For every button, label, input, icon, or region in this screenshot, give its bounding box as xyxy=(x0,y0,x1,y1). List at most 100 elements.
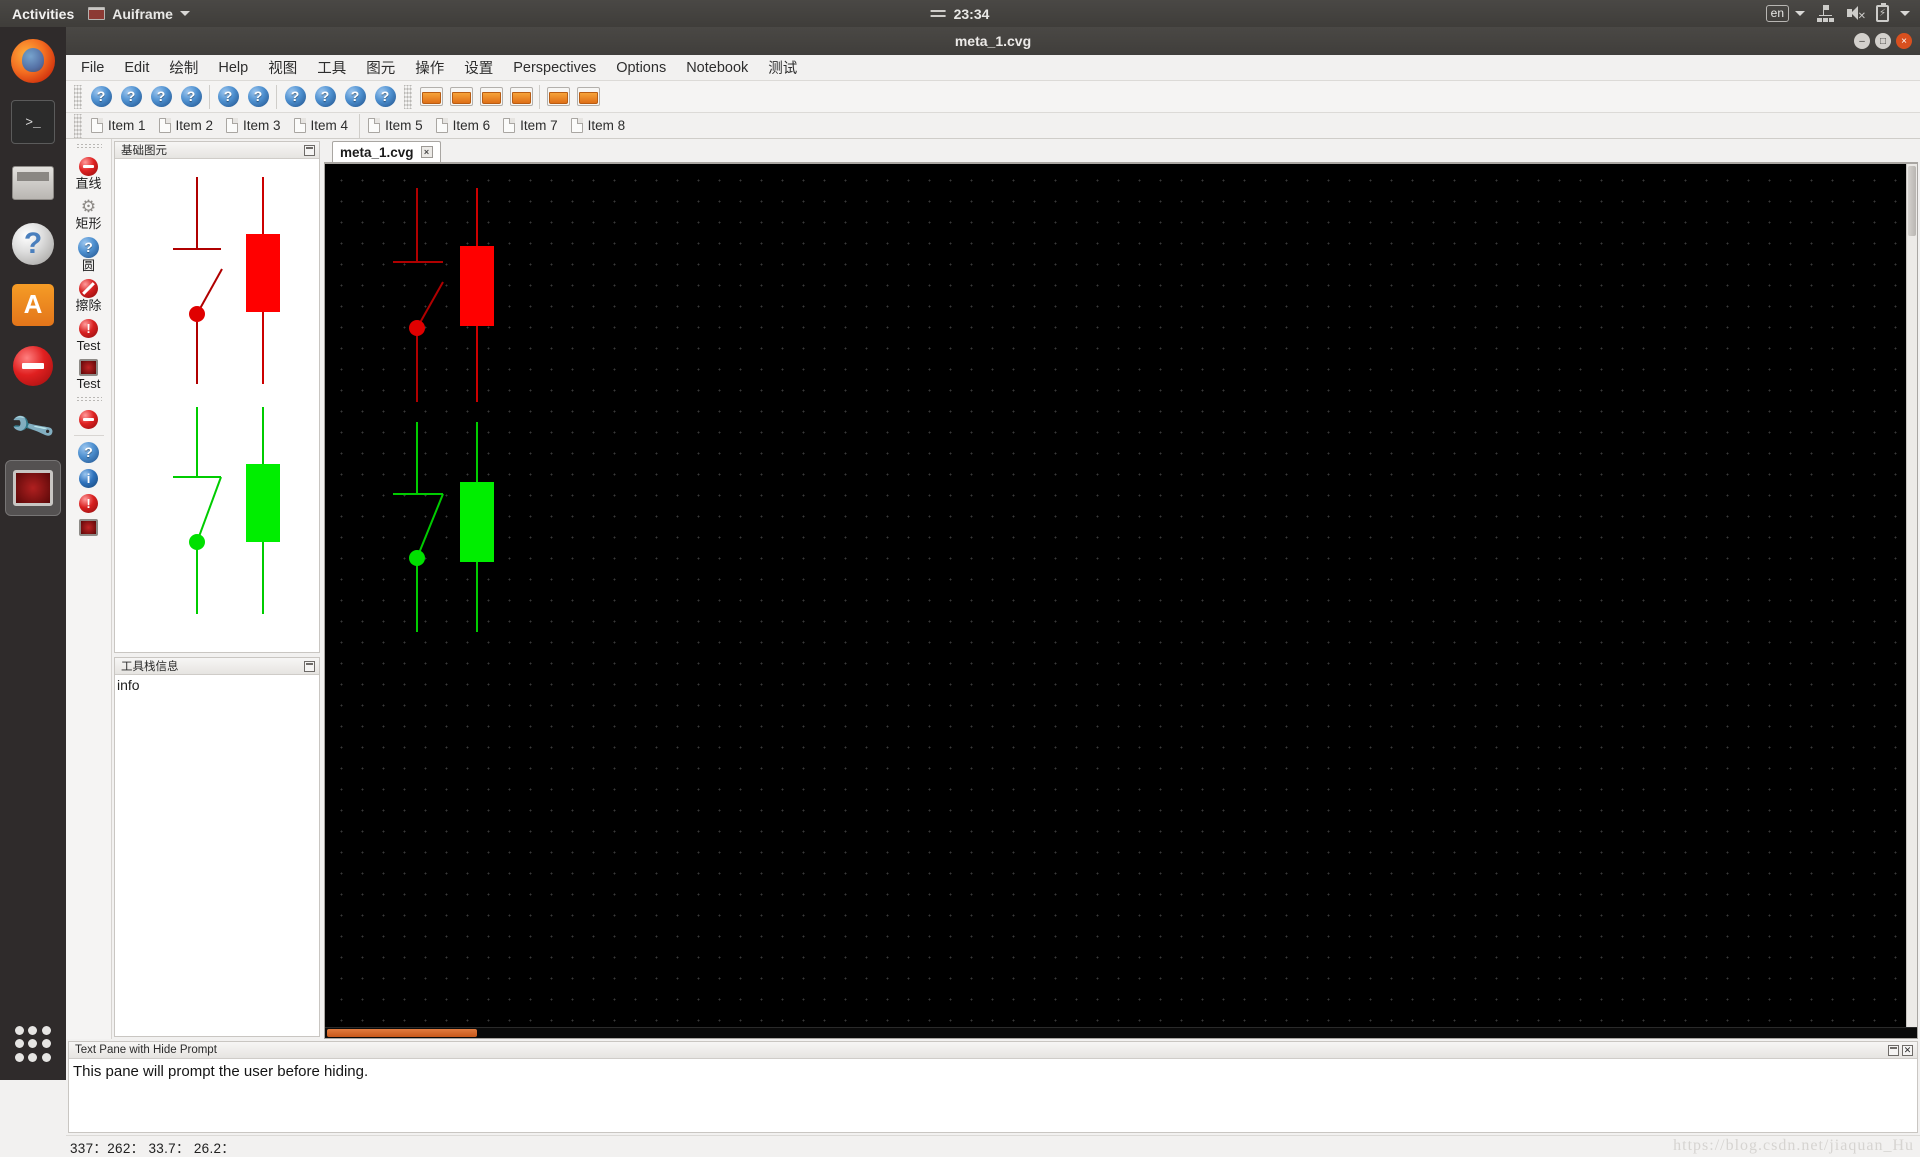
warning-icon: ! xyxy=(79,494,98,513)
side-toolbar-grip-2[interactable] xyxy=(75,396,102,403)
scrollbar-thumb[interactable] xyxy=(1908,166,1916,236)
activities-button[interactable]: Activities xyxy=(12,6,74,22)
launcher-item-software[interactable]: A xyxy=(6,278,60,332)
tool-circle[interactable]: ? 圆 xyxy=(68,234,110,276)
minimize-button[interactable]: – xyxy=(1854,33,1870,49)
folder-button[interactable] xyxy=(416,83,446,111)
close-pane-icon[interactable]: ✕ xyxy=(1902,1044,1913,1056)
canvas-horizontal-scrollbar[interactable] xyxy=(325,1027,1917,1038)
item-button-2[interactable]: Item 2 xyxy=(154,116,222,135)
volume-muted-icon[interactable]: ✕ xyxy=(1846,5,1866,22)
folder-button[interactable] xyxy=(573,83,603,111)
menu-edit[interactable]: Edit xyxy=(115,57,158,79)
tool-info-2[interactable]: i xyxy=(68,466,110,491)
tool-help-2[interactable]: ? xyxy=(68,439,110,466)
menu-file[interactable]: File xyxy=(72,57,113,79)
menu-tools[interactable]: 工具 xyxy=(308,54,355,81)
minimize-pane-icon[interactable] xyxy=(1888,1044,1899,1056)
help-button[interactable]: ? xyxy=(116,83,146,111)
drawing-canvas[interactable] xyxy=(324,163,1918,1039)
menu-perspectives[interactable]: Perspectives xyxy=(504,57,605,79)
launcher-item-firefox[interactable] xyxy=(6,34,60,88)
menu-primitives[interactable]: 图元 xyxy=(357,54,404,81)
side-toolbar-grip[interactable] xyxy=(75,143,102,150)
document-icon xyxy=(226,118,239,133)
help-button[interactable]: ? xyxy=(213,83,243,111)
minimize-panel-icon[interactable] xyxy=(304,660,315,672)
text-pane-body[interactable]: This pane will prompt the user before hi… xyxy=(69,1059,1917,1132)
close-button[interactable]: × xyxy=(1896,33,1912,49)
language-indicator[interactable]: en xyxy=(1765,5,1805,22)
tool-monitor-2[interactable] xyxy=(68,516,110,539)
help-button[interactable]: ? xyxy=(280,83,310,111)
folder-button[interactable] xyxy=(543,83,573,111)
tab-meta-1-cvg[interactable]: meta_1.cvg × xyxy=(332,141,441,162)
document-icon xyxy=(158,118,171,133)
tool-line[interactable]: 直线 xyxy=(68,154,110,194)
menu-operations[interactable]: 操作 xyxy=(406,54,453,81)
help-button[interactable]: ? xyxy=(86,83,116,111)
document-icon xyxy=(503,118,516,133)
scrollbar-thumb[interactable] xyxy=(327,1029,477,1037)
help-button[interactable]: ? xyxy=(146,83,176,111)
help-button[interactable]: ? xyxy=(370,83,400,111)
item-button-7[interactable]: Item 7 xyxy=(498,116,566,135)
tool-stack-panel-body[interactable]: info xyxy=(115,675,319,1036)
system-menu-chevron-icon[interactable] xyxy=(1900,11,1910,16)
menu-test[interactable]: 测试 xyxy=(759,54,806,81)
menu-settings[interactable]: 设置 xyxy=(455,54,502,81)
menu-view[interactable]: 视图 xyxy=(259,54,306,81)
minimize-panel-icon[interactable] xyxy=(304,144,315,156)
item-button-6[interactable]: Item 6 xyxy=(431,116,499,135)
menu-notebook[interactable]: Notebook xyxy=(677,57,757,79)
mute-cross: ✕ xyxy=(1857,11,1866,22)
canvas-shapes[interactable] xyxy=(325,164,1885,944)
help-button[interactable]: ? xyxy=(310,83,340,111)
tool-rectangle[interactable]: ⚙ 矩形 xyxy=(68,194,110,234)
launcher-item-help[interactable]: ? xyxy=(6,217,60,271)
launcher-item-terminal[interactable]: >_ xyxy=(6,95,60,149)
item-button-4[interactable]: Item 4 xyxy=(289,116,357,135)
battery-icon[interactable]: ⚡ xyxy=(1876,3,1889,22)
clock-button[interactable]: 23:34 xyxy=(930,6,989,22)
item-button-5[interactable]: Item 5 xyxy=(363,116,431,135)
app-menu-button[interactable]: Auiframe xyxy=(88,6,190,22)
tool-test-monitor[interactable]: Test xyxy=(68,356,110,394)
tool-stack-panel: 工具栈信息 info xyxy=(114,657,320,1037)
tool-stop-2[interactable] xyxy=(68,407,110,432)
menu-help[interactable]: Help xyxy=(209,57,257,79)
network-legs xyxy=(1817,15,1834,22)
network-icon[interactable] xyxy=(1816,5,1835,22)
launcher-item-files[interactable] xyxy=(6,156,60,210)
launcher-item-auiframe[interactable] xyxy=(5,460,61,516)
help-icon: ? xyxy=(247,86,269,107)
item-button-3[interactable]: Item 3 xyxy=(221,116,289,135)
primitives-panel-body[interactable] xyxy=(115,159,319,652)
menu-draw[interactable]: 绘制 xyxy=(160,54,207,81)
item-label: Item 7 xyxy=(520,118,558,133)
tool-test-warning[interactable]: ! Test xyxy=(68,316,110,356)
items-toolbar-grip[interactable] xyxy=(74,113,82,138)
toolbar-grip[interactable] xyxy=(74,84,82,109)
tool-label: 圆 xyxy=(81,258,95,273)
item-button-1[interactable]: Item 1 xyxy=(86,116,154,135)
launcher-item-stop[interactable] xyxy=(6,339,60,393)
toolbar-grip[interactable] xyxy=(404,84,412,109)
item-button-8[interactable]: Item 8 xyxy=(566,116,634,135)
help-button[interactable]: ? xyxy=(340,83,370,111)
launcher-item-settings[interactable]: 🔧 xyxy=(6,400,60,454)
canvas-vertical-scrollbar[interactable] xyxy=(1906,164,1917,1038)
tool-erase[interactable]: 擦除 xyxy=(68,276,110,316)
folder-button[interactable] xyxy=(476,83,506,111)
menu-options[interactable]: Options xyxy=(607,57,675,79)
help-button[interactable]: ? xyxy=(176,83,206,111)
show-applications-button[interactable] xyxy=(9,1020,57,1068)
folder-button[interactable] xyxy=(446,83,476,111)
folder-icon xyxy=(419,87,443,106)
document-icon xyxy=(91,118,103,133)
folder-button[interactable] xyxy=(506,83,536,111)
tab-close-icon[interactable]: × xyxy=(420,146,433,158)
help-button[interactable]: ? xyxy=(243,83,273,111)
maximize-button[interactable]: □ xyxy=(1875,33,1891,49)
tool-warning-2[interactable]: ! xyxy=(68,491,110,516)
